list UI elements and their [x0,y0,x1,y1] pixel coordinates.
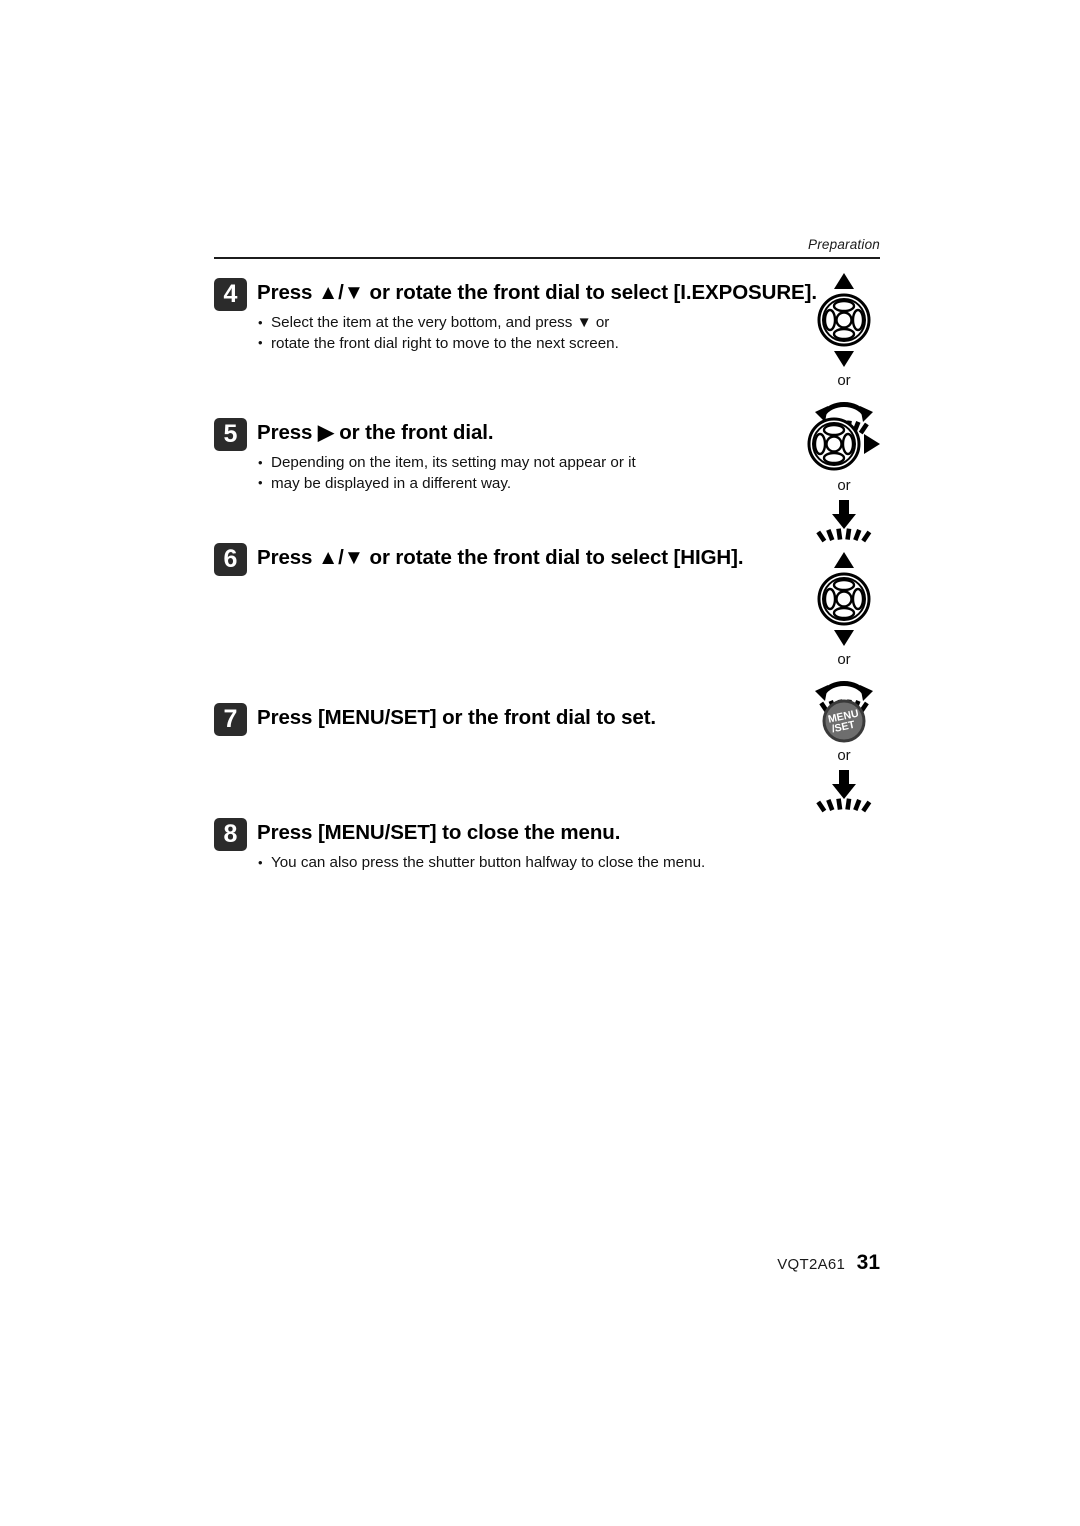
step-bullets: You can also press the shutter button ha… [257,853,880,873]
icon-group-step-7: MENU /SET or [801,699,887,816]
bullet-line: rotate the front dial right to move to t… [271,334,619,352]
icon-group-step-6: or [801,551,887,718]
step-title: Press ▲/▼ or rotate the front dial to se… [257,546,744,569]
running-head: Preparation [214,236,880,254]
running-head-label: Preparation [808,237,880,252]
icon-group-step-4: or [801,272,887,439]
bullet-line: may be displayed in a different way. [271,474,512,492]
icon-connector-or: or [837,372,851,389]
step-title: Press ▶ or the front dial. [257,421,494,444]
press-front-dial-icon [801,498,887,546]
cursor-pad-up-down-icon [801,551,887,647]
step-number-badge: 6 [214,543,247,576]
step-number-badge: 7 [214,703,247,736]
step-5: 5 Press ▶ or the front dial. Depending o… [214,418,880,494]
press-front-dial-icon [801,768,887,816]
document-code: VQT2A61 [777,1256,846,1273]
icon-connector-or: or [837,477,851,494]
step-bullets: Select the item at the very bottom, and … [257,313,880,353]
icon-connector-or: or [837,651,851,668]
cursor-pad-up-down-icon [801,272,887,368]
cursor-pad-right-icon [801,415,887,473]
step-title: Press ▲/▼ or rotate the front dial to se… [257,281,817,304]
bullet-item: You can also press the shutter button ha… [257,853,880,873]
bullet-item-continued: rotate the front dial right to move to t… [257,333,880,354]
bullet-line: Depending on the item, its setting may n… [271,454,636,471]
menu-set-button-icon: MENU /SET [801,699,887,743]
step-4: 4 Press ▲/▼ or rotate the front dial to … [214,278,880,354]
bullet-line: You can also press the shutter button ha… [271,854,706,871]
icon-connector-or: or [837,747,851,764]
bullet-item: Depending on the item, its setting may n… [257,453,880,473]
step-6: 6 Press ▲/▼ or rotate the front dial to … [214,543,880,576]
page-footer: VQT2A61 31 [214,1251,880,1275]
step-number-badge: 4 [214,278,247,311]
step-number-badge: 5 [214,418,247,451]
step-title: Press [MENU/SET] or the front dial to se… [257,706,657,729]
header-divider [214,257,880,259]
step-7: 7 Press [MENU/SET] or the front dial to … [214,703,880,736]
step-title: Press [MENU/SET] to close the menu. [257,821,621,844]
icon-group-step-5: or [801,415,887,546]
bullet-item: Select the item at the very bottom, and … [257,313,880,333]
page-number: 31 [856,1251,880,1274]
step-8: 8 Press [MENU/SET] to close the menu. Yo… [214,818,880,874]
step-bullets: Depending on the item, its setting may n… [257,453,880,493]
bullet-item-continued: may be displayed in a different way. [257,473,880,494]
bullet-line: Select the item at the very bottom, and … [271,314,610,331]
step-number-badge: 8 [214,818,247,851]
manual-page: Preparation 4 Press ▲/▼ or rotate the fr… [0,0,1080,1526]
